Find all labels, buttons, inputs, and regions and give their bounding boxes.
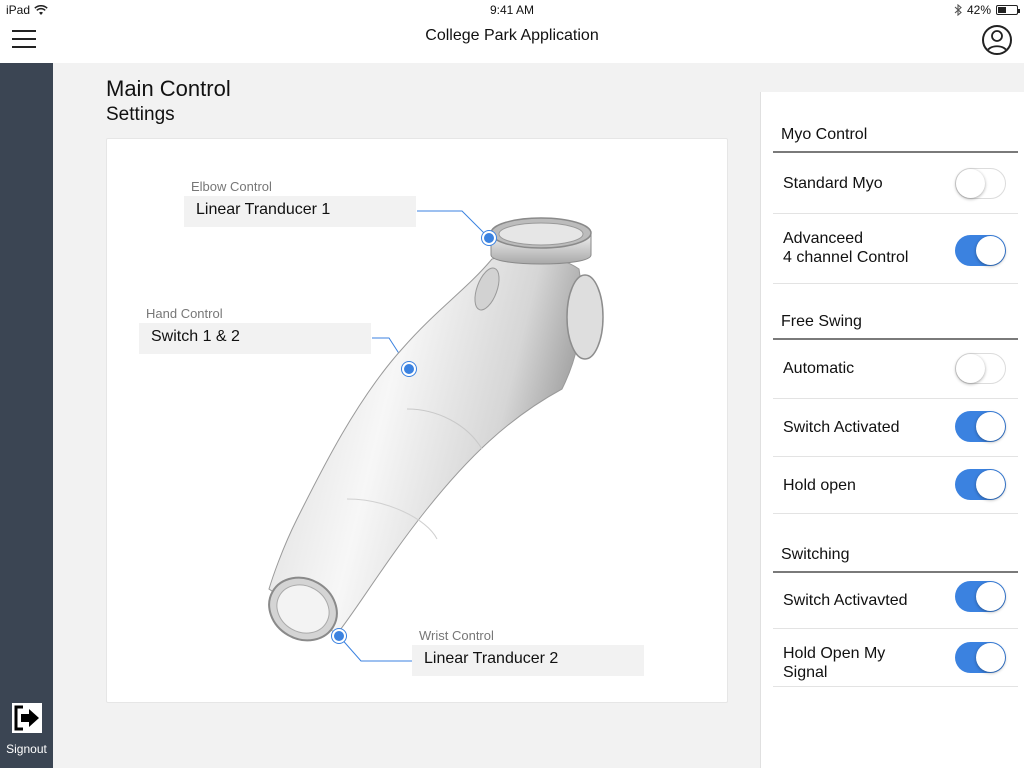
bluetooth-icon <box>954 4 962 16</box>
wrist-control-marker[interactable] <box>332 629 346 643</box>
toggle-switch-activated[interactable] <box>955 411 1006 442</box>
wrist-control-value[interactable]: Linear Tranducer 2 <box>412 645 644 676</box>
section-myo-control: Myo Control <box>781 126 868 143</box>
setting-label: Hold open <box>783 477 856 494</box>
section-switching: Switching <box>781 546 850 563</box>
hand-control-value[interactable]: Switch 1 & 2 <box>139 323 371 354</box>
setting-label: Switch Activavted <box>783 592 908 609</box>
setting-row-standard-myo: Standard Myo <box>773 153 1018 214</box>
toggle-hold-open[interactable] <box>955 469 1006 500</box>
wrist-control-caption: Wrist Control <box>419 628 494 643</box>
nav-bar: College Park Application <box>0 20 1024 63</box>
setting-row-advanced-4-channel: Advanceed 4 channel Control <box>773 214 1018 284</box>
setting-label: Hold Open My Signal <box>783 645 886 681</box>
toggle-advanced-4-channel[interactable] <box>955 235 1006 266</box>
section-free-swing: Free Swing <box>781 313 862 330</box>
setting-row-automatic: Automatic <box>773 340 1018 399</box>
status-time: 9:41 AM <box>489 3 535 17</box>
toggle-automatic[interactable] <box>955 353 1006 384</box>
settings-panel: Myo Control Standard Myo Advanceed 4 cha… <box>760 92 1024 768</box>
sidebar: Signout <box>0 63 53 768</box>
toggle-hold-open-my-signal[interactable] <box>955 642 1006 673</box>
status-bar: iPad 9:41 AM 42% <box>0 0 1024 20</box>
hand-control-caption: Hand Control <box>146 306 223 321</box>
elbow-control-value[interactable]: Linear Tranducer 1 <box>184 196 416 227</box>
setting-row-hold-open: Hold open <box>773 457 1018 514</box>
setting-row-switch-activated: Switch Activated <box>773 399 1018 457</box>
battery-icon <box>996 5 1020 15</box>
setting-label: Switch Activated <box>783 419 900 436</box>
signout-label: Signout <box>6 742 47 756</box>
user-profile-icon[interactable] <box>982 25 1012 55</box>
hand-control-callout: Hand Control Switch 1 & 2 <box>139 306 371 354</box>
battery-percent: 42% <box>966 3 991 17</box>
setting-row-switch-activavted: Switch Activavted <box>773 573 1018 629</box>
setting-label: Automatic <box>783 360 855 377</box>
signout-icon <box>11 703 42 733</box>
app-title: College Park Application <box>425 27 599 44</box>
toggle-standard-myo[interactable] <box>955 168 1006 199</box>
elbow-control-caption: Elbow Control <box>191 179 272 194</box>
toggle-switch-activavted[interactable] <box>955 581 1006 612</box>
signout-button[interactable]: Signout <box>0 702 53 756</box>
setting-label: Advanceed 4 channel Control <box>783 230 909 266</box>
wrist-control-callout: Wrist Control Linear Tranducer 2 <box>412 628 644 676</box>
setting-label: Standard Myo <box>783 175 883 192</box>
elbow-control-callout: Elbow Control Linear Tranducer 1 <box>184 179 416 227</box>
page-subtitle: Settings <box>106 104 175 125</box>
elbow-control-marker[interactable] <box>482 231 496 245</box>
status-right: 42% <box>954 3 1020 17</box>
setting-row-hold-open-my-signal: Hold Open My Signal <box>773 629 1018 687</box>
hand-control-marker[interactable] <box>402 362 416 376</box>
prosthetic-diagram-card: Elbow Control Linear Tranducer 1 Hand Co… <box>106 138 728 703</box>
page-title: Main Control <box>106 76 231 101</box>
